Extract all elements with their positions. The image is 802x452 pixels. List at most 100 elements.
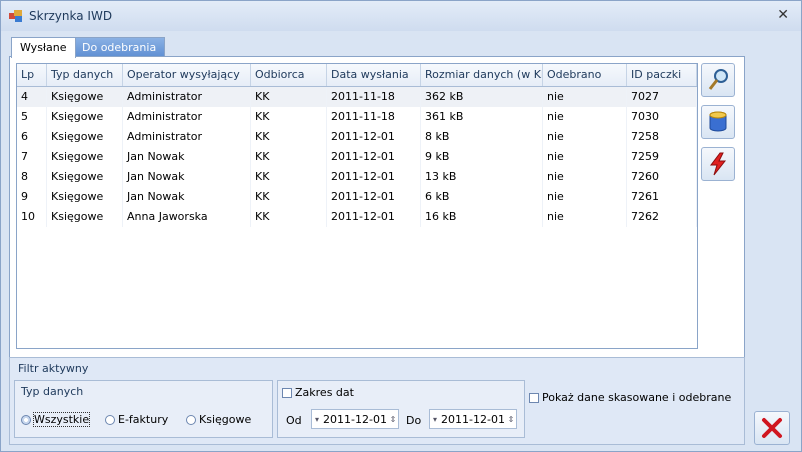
table-cell: 8 — [17, 167, 47, 187]
radio-wszystkie[interactable]: Wszystkie — [21, 412, 91, 427]
radio-dot — [105, 414, 115, 425]
to-label: Do — [406, 414, 422, 427]
date-range-group: Zakres dat Od ▾ 2011-12-01 ⇕ Do ▾ 2011-1… — [277, 380, 525, 438]
table-cell: 8 kB — [421, 127, 543, 147]
tab-wyslane[interactable]: Wysłane — [11, 37, 76, 58]
table-cell: Księgowe — [47, 87, 123, 107]
table-cell: 6 — [17, 127, 47, 147]
database-button[interactable] — [701, 105, 735, 139]
date-range-label: Zakres dat — [295, 386, 354, 399]
table-row[interactable]: 9 Księgowe Jan Nowak KK 2011-12-01 6 kB nie 726… — [17, 187, 697, 207]
to-date-input[interactable]: ▾ 2011-12-01 ⇕ — [429, 409, 517, 429]
column-header[interactable]: Rozmiar danych (w KB) — [421, 64, 543, 86]
table-cell: 13 kB — [421, 167, 543, 187]
iwd-window: Skrzynka IWD ✕ Wysłane Do odebrania Lp Ty… — [0, 0, 802, 452]
table-cell: Księgowe — [47, 167, 123, 187]
radio-ksiegowe[interactable]: Księgowe — [186, 413, 251, 426]
type-group-title: Typ danych — [21, 385, 84, 398]
column-header[interactable]: ID paczki — [627, 64, 697, 86]
table-cell: 7030 — [627, 107, 697, 127]
column-header[interactable]: Odbiorca — [251, 64, 327, 86]
table-cell: Jan Nowak — [123, 187, 251, 207]
table-cell: KK — [251, 107, 327, 127]
spin-updown-icon[interactable]: ⇕ — [506, 415, 516, 424]
tab-do-odebrania[interactable]: Do odebrania — [73, 37, 166, 57]
checkbox-box — [282, 387, 292, 398]
table-cell: Księgowe — [47, 147, 123, 167]
table-cell: KK — [251, 87, 327, 107]
spin-down-icon[interactable]: ▾ — [430, 415, 440, 424]
spin-down-icon[interactable]: ▾ — [312, 415, 322, 424]
table-cell: nie — [543, 107, 627, 127]
to-date-value: 2011-12-01 — [441, 412, 505, 426]
table-cell: KK — [251, 127, 327, 147]
table-cell: 2011-12-01 — [327, 127, 421, 147]
table-row[interactable]: 7 Księgowe Jan Nowak KK 2011-12-01 9 kB nie 725… — [17, 147, 697, 167]
table-cell: Księgowe — [47, 207, 123, 227]
table-cell: 7027 — [627, 87, 697, 107]
table-row[interactable]: 5 Księgowe Administrator KK 2011-11-18 361 kB… — [17, 107, 697, 127]
table-cell: nie — [543, 147, 627, 167]
table-row[interactable]: 10 Księgowe Anna Jaworska KK 2011-12-01 16 kB… — [17, 207, 697, 227]
table-cell: 4 — [17, 87, 47, 107]
table-cell: 7261 — [627, 187, 697, 207]
data-grid[interactable]: Lp Typ danych Operator wysyłający Odbiorca D… — [16, 63, 698, 349]
grid-body: 4 Księgowe Administrator KK 2011-11-18 362 kB… — [17, 87, 697, 227]
table-row[interactable]: 8 Księgowe Jan Nowak KK 2011-12-01 13 kB nie 72… — [17, 167, 697, 187]
table-cell: 9 — [17, 187, 47, 207]
column-header[interactable]: Operator wysyłający — [123, 64, 251, 86]
show-deleted-label: Pokaż dane skasowane i odebrane — [542, 391, 732, 404]
table-cell: 7258 — [627, 127, 697, 147]
table-cell: 2011-11-18 — [327, 87, 421, 107]
table-cell: 361 kB — [421, 107, 543, 127]
table-cell: Anna Jaworska — [123, 207, 251, 227]
from-date-input[interactable]: ▾ 2011-12-01 ⇕ — [311, 409, 399, 429]
table-cell: 2011-12-01 — [327, 167, 421, 187]
date-range-checkbox[interactable]: Zakres dat — [282, 386, 354, 399]
table-cell: Administrator — [123, 127, 251, 147]
database-icon — [709, 111, 727, 132]
table-cell: 6 kB — [421, 187, 543, 207]
table-cell: Księgowe — [47, 107, 123, 127]
window-title: Skrzynka IWD — [29, 9, 113, 23]
table-cell: 9 kB — [421, 147, 543, 167]
table-cell: Administrator — [123, 87, 251, 107]
table-row[interactable]: 4 Księgowe Administrator KK 2011-11-18 362 kB… — [17, 87, 697, 107]
cancel-button[interactable] — [754, 411, 790, 445]
column-header[interactable]: Odebrano — [543, 64, 627, 86]
preview-button[interactable] — [701, 63, 735, 97]
table-cell: Księgowe — [47, 127, 123, 147]
table-cell: Księgowe — [47, 187, 123, 207]
table-cell: 5 — [17, 107, 47, 127]
table-cell: 362 kB — [421, 87, 543, 107]
type-group: Typ danych Wszystkie E-faktury Księgowe — [14, 380, 273, 438]
table-cell: KK — [251, 147, 327, 167]
radio-label: Wszystkie — [32, 412, 91, 427]
table-cell: KK — [251, 187, 327, 207]
table-cell: 7259 — [627, 147, 697, 167]
title-bar: Skrzynka IWD ✕ — [1, 1, 801, 31]
table-cell: Jan Nowak — [123, 167, 251, 187]
search-icon — [708, 69, 728, 90]
table-cell: KK — [251, 167, 327, 187]
column-header[interactable]: Typ danych — [47, 64, 123, 86]
table-cell: 2011-12-01 — [327, 187, 421, 207]
column-header[interactable]: Data wysłania — [327, 64, 421, 86]
table-cell: Administrator — [123, 107, 251, 127]
table-cell: 16 kB — [421, 207, 543, 227]
table-cell: 2011-12-01 — [327, 207, 421, 227]
send-button[interactable] — [701, 147, 735, 181]
close-icon[interactable]: ✕ — [777, 7, 789, 23]
from-label: Od — [286, 414, 302, 427]
table-row[interactable]: 6 Księgowe Administrator KK 2011-12-01 8 kB ni… — [17, 127, 697, 147]
column-header[interactable]: Lp — [17, 64, 47, 86]
close-red-icon — [762, 418, 782, 438]
table-cell: 7260 — [627, 167, 697, 187]
table-cell: Jan Nowak — [123, 147, 251, 167]
show-deleted-checkbox[interactable]: Pokaż dane skasowane i odebrane — [529, 391, 731, 404]
radio-e-faktury[interactable]: E-faktury — [105, 413, 168, 426]
radio-dot — [21, 414, 31, 425]
radio-dot — [186, 414, 196, 425]
checkbox-box — [529, 392, 539, 403]
spin-updown-icon[interactable]: ⇕ — [388, 415, 398, 424]
